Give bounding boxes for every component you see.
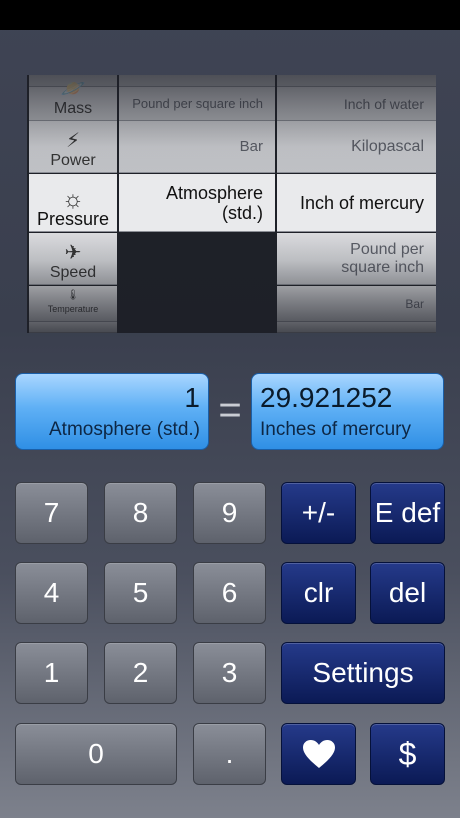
to-unit-row[interactable]: Kilopascal — [277, 121, 436, 173]
from-value: 1 — [184, 382, 200, 413]
key-decimal[interactable]: . — [193, 723, 266, 785]
from-value-field[interactable]: 1 Atmosphere (std.) — [15, 373, 209, 450]
plus-minus-button[interactable]: +/- — [281, 482, 356, 544]
to-unit-row[interactable]: Bar — [277, 286, 436, 322]
to-unit-row[interactable] — [277, 322, 436, 333]
to-unit-label: Inches of mercury — [260, 419, 411, 440]
key-1[interactable]: 1 — [15, 642, 88, 704]
category-pressure[interactable]: ☼ Pressure — [29, 174, 117, 232]
status-bar — [0, 0, 460, 30]
lightning-icon: ⚡ — [65, 130, 81, 152]
category-temperature[interactable]: 🌡 Temperature — [29, 286, 117, 322]
key-3[interactable]: 3 — [193, 642, 266, 704]
currency-button[interactable]: $ — [370, 723, 445, 785]
key-9[interactable]: 9 — [193, 482, 266, 544]
from-unit-row[interactable]: Pound per square inch — [119, 87, 275, 121]
heart-icon — [302, 740, 335, 768]
settings-button[interactable]: Settings — [281, 642, 445, 704]
category-speed[interactable]: ✈ Speed — [29, 233, 117, 285]
from-unit-column[interactable]: Pound per square inch Bar Atmosphere (st… — [119, 75, 275, 333]
key-8[interactable]: 8 — [104, 482, 177, 544]
unit-picker[interactable]: 🪐 Mass ⚡ Power ☼ Pressure ✈ Speed 🌡 Temp… — [27, 75, 436, 333]
key-0[interactable]: 0 — [15, 723, 177, 785]
to-value: 29.921252 — [260, 382, 393, 413]
from-unit-selected[interactable]: Atmosphere (std.) — [119, 174, 275, 232]
to-unit-row[interactable] — [277, 75, 436, 87]
planet-icon: 🪐 — [60, 78, 86, 100]
clear-button[interactable]: clr — [281, 562, 356, 624]
to-value-field[interactable]: 29.921252 Inches of mercury — [251, 373, 444, 450]
sun-icon: ☼ — [62, 186, 84, 213]
equals-sign: = — [218, 388, 242, 432]
key-2[interactable]: 2 — [104, 642, 177, 704]
delete-button[interactable]: del — [370, 562, 445, 624]
to-unit-row[interactable]: Pound per square inch — [277, 233, 436, 285]
to-unit-column[interactable]: Inch of water Kilopascal Inch of mercury… — [277, 75, 436, 333]
key-7[interactable]: 7 — [15, 482, 88, 544]
category-row[interactable] — [29, 322, 117, 333]
category-power[interactable]: ⚡ Power — [29, 121, 117, 173]
e-def-button[interactable]: E def — [370, 482, 445, 544]
from-unit-row[interactable] — [119, 75, 275, 87]
key-4[interactable]: 4 — [15, 562, 88, 624]
to-unit-row[interactable]: Inch of water — [277, 87, 436, 121]
favorite-button[interactable] — [281, 723, 356, 785]
category-mass[interactable]: 🪐 Mass — [29, 78, 117, 121]
key-5[interactable]: 5 — [104, 562, 177, 624]
from-unit-label: Atmosphere (std.) — [49, 419, 200, 440]
to-unit-selected[interactable]: Inch of mercury — [277, 174, 436, 232]
from-unit-row[interactable]: Bar — [119, 121, 275, 173]
category-column[interactable]: 🪐 Mass ⚡ Power ☼ Pressure ✈ Speed 🌡 Temp… — [29, 75, 117, 333]
airplane-icon: ✈ — [64, 242, 82, 264]
thermometer-icon: 🌡 — [66, 290, 80, 301]
key-6[interactable]: 6 — [193, 562, 266, 624]
